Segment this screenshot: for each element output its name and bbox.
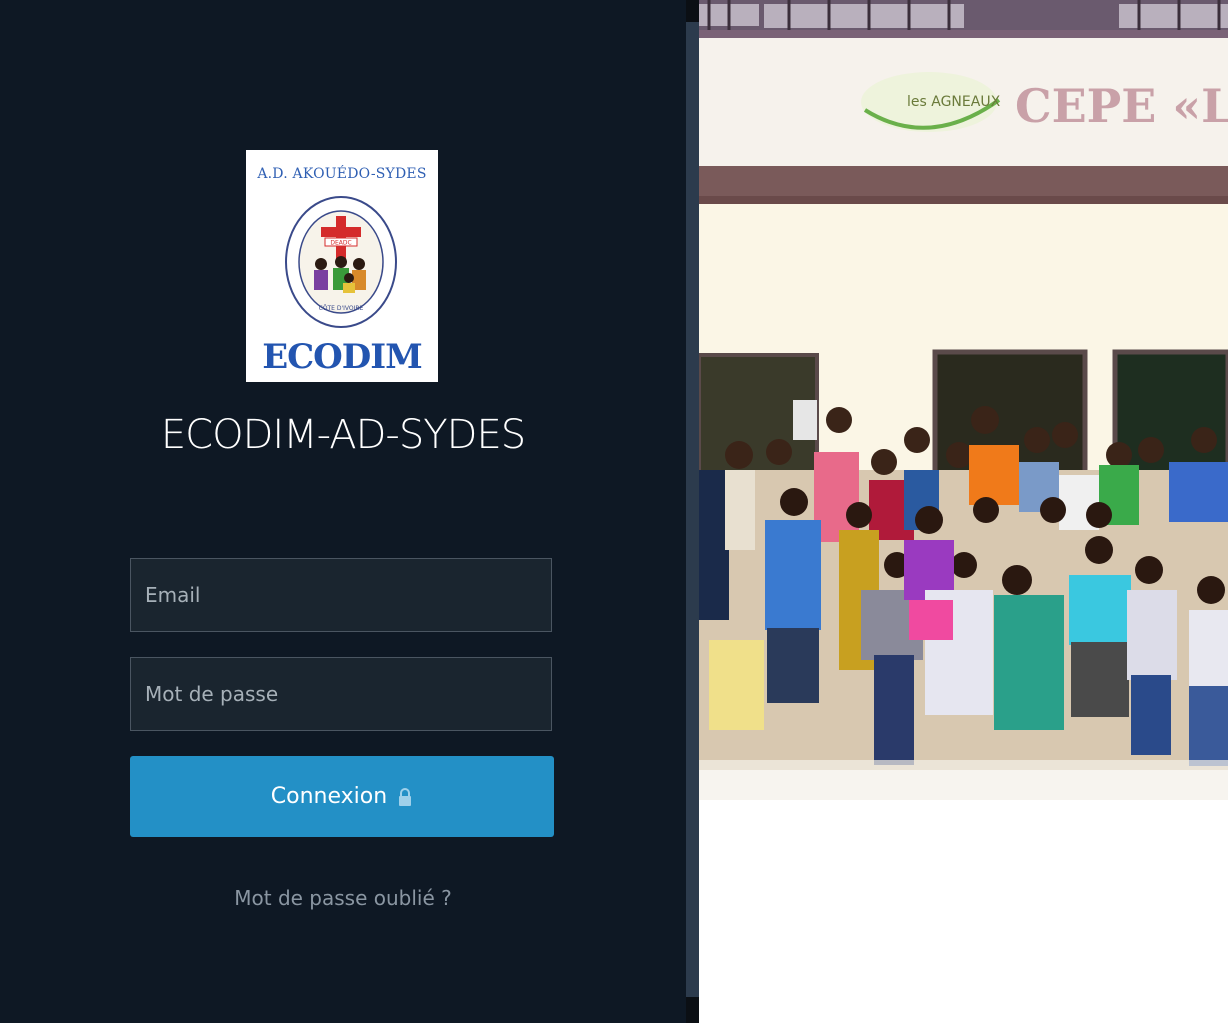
login-panel: A.D. AKOUÉDO-SYDES DEADC CÔTE D'IVOIRE E…: [0, 0, 686, 1023]
cross-label: DEADC: [330, 240, 351, 247]
lock-icon: [399, 787, 412, 806]
sign-text: CEPE «LES AG: [1015, 79, 1228, 133]
ecodim-logo: A.D. AKOUÉDO-SYDES DEADC CÔTE D'IVOIRE E…: [246, 150, 438, 382]
background-photo: les AGNEAUX CEPE «LES AG: [699, 0, 1228, 1023]
login-button-label: Connexion: [270, 784, 388, 809]
forgot-password-link[interactable]: Mot de passe oublié ?: [0, 886, 686, 910]
password-field[interactable]: [130, 657, 552, 731]
school-group-photo: les AGNEAUX CEPE «LES AG: [699, 0, 1228, 1023]
logo-top-text: A.D. AKOUÉDO-SYDES: [257, 166, 427, 182]
ring-bottom-text: CÔTE D'IVOIRE: [319, 305, 364, 312]
logo-emblem: DEADC CÔTE D'IVOIRE: [285, 196, 397, 328]
logo-bottom-text: ECODIM: [262, 337, 423, 377]
sign-logo-text: les AGNEAUX: [907, 94, 1001, 110]
email-field[interactable]: [130, 558, 552, 632]
login-button[interactable]: Connexion: [130, 756, 554, 837]
app-title: ECODIM-AD-SYDES: [160, 412, 526, 458]
panel-divider: [686, 0, 699, 1023]
